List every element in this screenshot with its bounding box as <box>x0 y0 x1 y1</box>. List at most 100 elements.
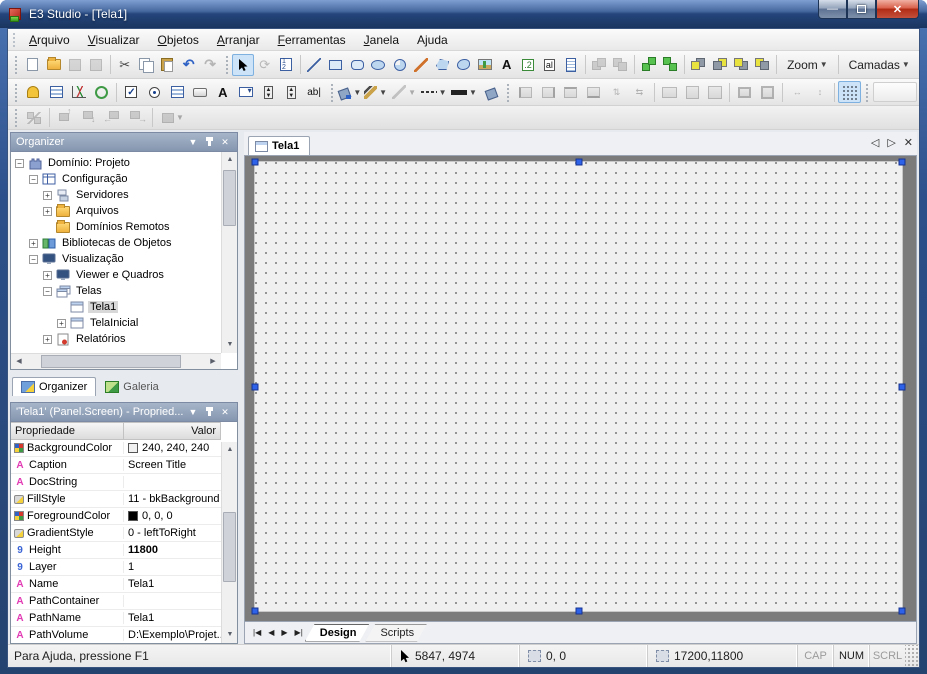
chart-control-button[interactable] <box>67 81 90 103</box>
line-tool-button[interactable] <box>304 54 325 76</box>
selection-handle-middle-left[interactable] <box>252 383 259 390</box>
nudge-right-button[interactable]: → <box>125 107 149 129</box>
property-row-caption[interactable]: ACaptionScreen Title <box>11 457 237 474</box>
menu-grip[interactable] <box>12 32 16 48</box>
expand-icon[interactable]: + <box>43 191 52 200</box>
align-top-button[interactable] <box>560 81 583 103</box>
nudge-down-button[interactable]: ↓ <box>77 107 101 129</box>
grid-toggle-button[interactable] <box>838 81 861 103</box>
column-header-valor[interactable]: Valor <box>124 422 221 440</box>
selection-handle-top-center[interactable] <box>575 159 582 166</box>
property-row-foregroundcolor[interactable]: ForegroundColor0, 0, 0 <box>11 508 237 525</box>
tree-item-bibliotecas[interactable]: +Bibliotecas de Objetos <box>13 235 220 251</box>
arc-tool-button[interactable] <box>389 54 410 76</box>
tab-organizer[interactable]: Organizer <box>12 377 96 396</box>
next-document-icon[interactable]: ▷ <box>887 136 895 149</box>
title-bar[interactable]: E3 Studio - [Tela1] — ✕ <box>0 0 927 28</box>
panel-menu-chevron-icon[interactable]: ▼ <box>186 407 200 417</box>
menu-janela[interactable]: Janela <box>355 30 408 50</box>
tree-item-dominio[interactable]: −Domínio: Projeto <box>13 155 220 171</box>
recipe-control-button[interactable] <box>90 81 113 103</box>
tree-item-tela1[interactable]: Tela1 <box>13 299 220 315</box>
menu-visualizar[interactable]: Visualizar <box>79 30 149 50</box>
properties-vertical-scrollbar[interactable]: ▲ ▼ <box>221 442 237 643</box>
display-tool-button[interactable]: .2 <box>517 54 538 76</box>
tree-item-configuracao[interactable]: −Configuração <box>13 171 220 187</box>
toolbar-grip[interactable] <box>506 83 510 102</box>
bring-forward-button[interactable] <box>730 54 751 76</box>
scroll-down-icon[interactable]: ▼ <box>222 337 238 353</box>
bring-to-front-button[interactable] <box>688 54 709 76</box>
collapse-icon[interactable]: − <box>15 159 24 168</box>
spin-control-button[interactable]: ▲▼ <box>280 81 303 103</box>
center-horizontal-button[interactable]: ⇆ <box>628 81 651 103</box>
copy-button[interactable] <box>135 54 156 76</box>
property-row-pathname[interactable]: APathNameTela1 <box>11 610 237 627</box>
property-row-backgroundcolor[interactable]: BackgroundColor240, 240, 240 <box>11 440 237 457</box>
menu-objetos[interactable]: Objetos <box>149 30 208 50</box>
save-all-button[interactable] <box>86 54 107 76</box>
ellipse-tool-button[interactable] <box>368 54 389 76</box>
closed-curve-tool-button[interactable] <box>453 54 474 76</box>
selection-handle-top-right[interactable] <box>899 159 906 166</box>
fill-color-dropdown[interactable]: ▼ <box>337 81 361 103</box>
document-tab-tela1[interactable]: Tela1 <box>248 136 310 155</box>
property-row-gradientstyle[interactable]: GradientStyle0 - leftToRight <box>11 525 237 542</box>
prev-document-icon[interactable]: ◁ <box>871 136 879 149</box>
toolbar-grip[interactable] <box>225 55 229 74</box>
updown-control-button[interactable]: ▲▼ <box>257 81 280 103</box>
combobox-control-button[interactable] <box>234 81 257 103</box>
menu-arranjar[interactable]: Arranjar <box>208 30 269 50</box>
expand-icon[interactable]: + <box>57 319 66 328</box>
close-button[interactable]: ✕ <box>876 0 919 19</box>
paste-button[interactable] <box>157 54 178 76</box>
remove-link-button[interactable] <box>659 54 680 76</box>
property-row-height[interactable]: 9Height11800 <box>11 542 237 559</box>
resize-grip[interactable] <box>905 645 919 667</box>
radio-control-button[interactable] <box>143 81 166 103</box>
selection-handle-bottom-left[interactable] <box>252 608 259 615</box>
text-tool-button[interactable]: A <box>496 54 517 76</box>
line-color-dropdown[interactable]: ▼ <box>390 81 419 103</box>
tree-item-telas[interactable]: −Telas <box>13 283 220 299</box>
zoom-dropdown[interactable]: Zoom▼ <box>780 54 835 76</box>
screen-canvas[interactable] <box>254 161 903 612</box>
center-in-screen-vertical-button[interactable] <box>756 81 779 103</box>
ungroup-button[interactable] <box>610 54 631 76</box>
group-button[interactable] <box>588 54 609 76</box>
cut-button[interactable]: ✂ <box>114 54 135 76</box>
menu-ajuda[interactable]: Ajuda <box>408 30 457 50</box>
scroll-right-icon[interactable]: ▶ <box>205 354 221 370</box>
same-size-button[interactable] <box>703 81 726 103</box>
line-width-dropdown[interactable]: ▼ <box>449 81 479 103</box>
open-file-button[interactable] <box>43 54 64 76</box>
tree-item-telainicial[interactable]: +TelaInicial <box>13 315 220 331</box>
static-text-button[interactable]: A <box>211 81 234 103</box>
tree-item-visualizacao[interactable]: −Visualização <box>13 251 220 267</box>
undo-button[interactable]: ↶ <box>178 54 199 76</box>
send-to-back-button[interactable] <box>709 54 730 76</box>
scroll-up-icon[interactable]: ▲ <box>222 152 238 168</box>
tab-order-button[interactable]: 12 <box>275 54 296 76</box>
tab-design[interactable]: Design <box>305 624 372 642</box>
close-document-icon[interactable]: ✕ <box>904 136 913 149</box>
selection-handle-middle-right[interactable] <box>899 383 906 390</box>
background-style-button[interactable] <box>479 81 502 103</box>
toolbar-grip[interactable] <box>14 108 18 127</box>
alarm-control-button[interactable] <box>22 81 45 103</box>
property-row-layer[interactable]: 9Layer1 <box>11 559 237 576</box>
restore-button[interactable] <box>847 0 876 19</box>
panel-menu-chevron-icon[interactable]: ▼ <box>186 137 200 147</box>
checkbox-control-button[interactable]: ✓ <box>120 81 143 103</box>
redo-button[interactable]: ↷ <box>199 54 220 76</box>
edit-control-button[interactable]: ab| <box>303 81 326 103</box>
scrollbar-thumb[interactable] <box>223 170 236 226</box>
scrollbar-thumb[interactable] <box>41 355 181 368</box>
save-button[interactable] <box>64 54 85 76</box>
scroll-left-icon[interactable]: ◀ <box>11 354 27 370</box>
panel-close-icon[interactable]: ✕ <box>218 137 232 148</box>
next-sheet-icon[interactable]: ▶ <box>281 628 287 637</box>
scrollbar-thumb[interactable] <box>223 512 236 582</box>
tree-item-viewer-quadros[interactable]: +Viewer e Quadros <box>13 267 220 283</box>
collapse-icon[interactable]: − <box>43 287 52 296</box>
